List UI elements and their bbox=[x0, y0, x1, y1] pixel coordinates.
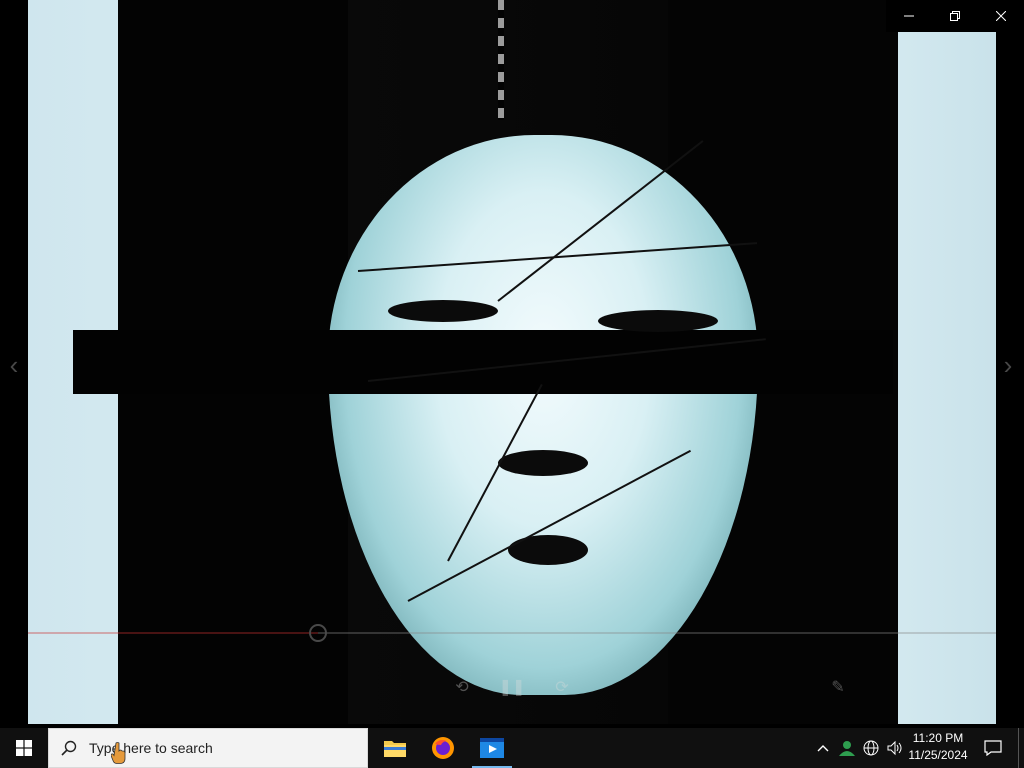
video-nose-mark bbox=[498, 450, 588, 476]
chevron-up-icon[interactable] bbox=[811, 728, 835, 768]
close-button[interactable] bbox=[978, 0, 1024, 32]
search-placeholder: Type here to search bbox=[89, 740, 213, 756]
minimize-icon bbox=[904, 15, 914, 17]
notification-icon bbox=[984, 740, 1002, 756]
folder-icon bbox=[384, 741, 406, 757]
rewind-10-icon[interactable]: ⟲ bbox=[448, 676, 476, 700]
window-caption-buttons bbox=[886, 0, 1024, 32]
restore-button[interactable] bbox=[932, 0, 978, 32]
pause-icon[interactable]: ❚❚ bbox=[498, 676, 526, 700]
firefox-icon bbox=[432, 737, 454, 759]
taskbar-search-box[interactable]: Type here to search bbox=[48, 728, 368, 768]
media-player-window: ‹ › ⟲ ❚❚ ⟳ ✎ bbox=[0, 0, 1024, 728]
chevron-left-icon[interactable]: ‹ bbox=[4, 350, 24, 380]
seek-thumb[interactable] bbox=[309, 624, 327, 642]
video-frame[interactable] bbox=[28, 0, 996, 724]
clock-date: 11/25/2024 bbox=[908, 748, 968, 762]
forward-30-icon[interactable]: ⟳ bbox=[548, 676, 576, 700]
globe-icon[interactable] bbox=[859, 728, 883, 768]
taskbar-clock[interactable]: 11:20 PM 11/25/2024 bbox=[905, 730, 971, 766]
clock-time: 11:20 PM bbox=[912, 731, 964, 745]
video-eye-left bbox=[388, 300, 498, 322]
desktop-screen: ‹ › ⟲ ❚❚ ⟳ ✎ Type here to search 11:20 P… bbox=[0, 0, 1024, 768]
video-seam bbox=[498, 0, 504, 120]
chevron-right-icon[interactable]: › bbox=[998, 350, 1018, 380]
minimize-button[interactable] bbox=[886, 0, 932, 32]
hand-cursor-icon bbox=[111, 742, 126, 764]
seek-bar-progress bbox=[28, 632, 318, 634]
windows-logo-icon bbox=[16, 740, 32, 756]
start-button[interactable] bbox=[0, 728, 48, 768]
speaker-icon[interactable] bbox=[883, 728, 907, 768]
video-eye-right bbox=[598, 310, 718, 332]
taskbar-app-firefox[interactable] bbox=[419, 728, 467, 768]
pencil-icon[interactable]: ✎ bbox=[824, 676, 852, 700]
people-icon[interactable] bbox=[835, 728, 859, 768]
taskbar-app-file-explorer[interactable] bbox=[371, 728, 419, 768]
player-controls: ⟲ ❚❚ ⟳ ✎ bbox=[28, 620, 996, 720]
show-desktop-button[interactable] bbox=[1018, 728, 1024, 768]
search-icon bbox=[49, 728, 89, 768]
action-center-button[interactable] bbox=[978, 728, 1008, 768]
video-dark-band bbox=[73, 330, 893, 394]
video-player-icon bbox=[480, 738, 504, 758]
close-icon bbox=[996, 11, 1006, 21]
taskbar-app-movies-tv[interactable] bbox=[468, 728, 516, 768]
restore-icon bbox=[950, 11, 960, 21]
taskbar: Type here to search 11:20 PM 11/25/2024 bbox=[0, 728, 1024, 768]
